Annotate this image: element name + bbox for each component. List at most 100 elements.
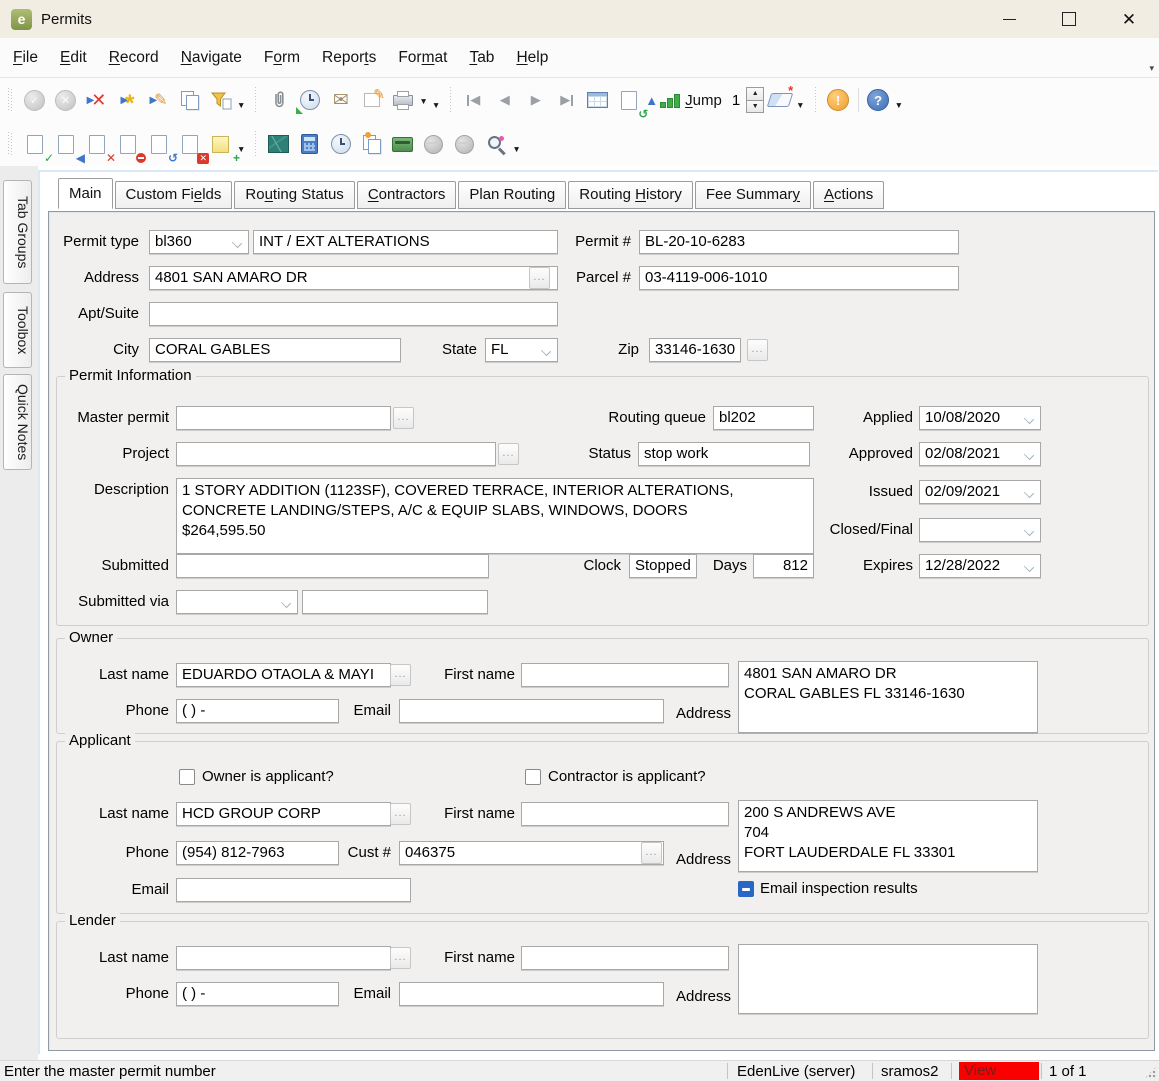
tab-actions[interactable]: Actions (813, 181, 885, 209)
menu-file[interactable]: File (2, 49, 49, 67)
permit-number-field[interactable]: BL-20-10-6283 (639, 230, 959, 254)
zip-field[interactable]: 33146-1630 (649, 338, 741, 362)
jump-label[interactable]: Jump (685, 92, 722, 109)
sort-bars-icon[interactable]: ▲ (645, 85, 681, 115)
menu-overflow-icon[interactable]: ▾ (1149, 63, 1154, 74)
help-icon[interactable]: ? (864, 85, 893, 115)
tab-contractors[interactable]: Contractors (356, 181, 457, 209)
sidebar-toolbox[interactable]: Toolbox (3, 292, 32, 368)
applicant-lookup-button[interactable] (390, 803, 411, 825)
closed-final-date-combo[interactable] (919, 518, 1041, 542)
print-dropdown-icon[interactable]: ▼ (419, 96, 427, 106)
filter-dropdown-icon[interactable]: ▼ (237, 100, 245, 110)
apt-suite-field[interactable] (149, 302, 558, 326)
menu-edit[interactable]: Edit (49, 49, 98, 67)
new-record-icon[interactable]: ▶ * (113, 85, 142, 116)
nav-first-icon[interactable]: ◀ (459, 85, 488, 115)
owner-first-name-field[interactable] (521, 663, 729, 687)
nav-next-icon[interactable]: ▶ (521, 85, 550, 115)
menu-tab[interactable]: Tab (458, 49, 505, 67)
delete-record-icon[interactable]: ▶ ✕ (82, 85, 111, 115)
owner-is-applicant-checkbox[interactable] (179, 769, 195, 785)
applicant-email-field[interactable] (176, 878, 411, 902)
mass-update-dropdown-icon[interactable]: ▼ (796, 100, 804, 110)
sidebar-tab-groups[interactable]: Tab Groups (3, 180, 32, 284)
cash-register-icon[interactable] (388, 129, 417, 159)
lender-email-field[interactable] (399, 982, 664, 1006)
clock-field[interactable]: Stopped (629, 554, 697, 578)
menu-format[interactable]: Format (387, 49, 458, 67)
lender-lookup-button[interactable] (390, 947, 411, 969)
master-permit-field[interactable] (176, 406, 391, 430)
spinner-up-icon[interactable]: ▲ (746, 87, 765, 101)
menu-reports[interactable]: Reports (311, 49, 387, 67)
time-clock-icon[interactable] (326, 129, 355, 159)
applied-date-combo[interactable]: 10/08/2020 (919, 406, 1041, 430)
applicant-last-name-field[interactable]: HCD GROUP CORP (176, 802, 391, 826)
tab-plan-routing[interactable]: Plan Routing (458, 181, 567, 209)
map-icon[interactable] (264, 129, 293, 159)
mail-icon[interactable]: ✉ (326, 85, 355, 115)
jump-spinner[interactable]: ▲ ▼ (746, 87, 765, 113)
history-clock-icon[interactable] (295, 85, 324, 115)
city-field[interactable]: CORAL GABLES (149, 338, 401, 362)
lender-last-name-field[interactable] (176, 946, 391, 970)
toolbar-grip[interactable] (8, 132, 12, 156)
tab-fee-summary[interactable]: Fee Summary (694, 181, 812, 209)
alert-icon[interactable]: ! (824, 85, 853, 115)
memo-icon[interactable]: ✎ (357, 85, 386, 115)
zip-lookup-button[interactable] (747, 339, 768, 361)
undo-doc-icon[interactable]: ↺ (144, 129, 178, 164)
permit-type-combo[interactable]: bl360 (149, 230, 249, 254)
applicant-first-name-field[interactable] (521, 802, 729, 826)
search-permit-icon[interactable] (481, 129, 510, 159)
toolbar-grip[interactable] (8, 88, 12, 112)
submitted-via-field[interactable] (302, 590, 488, 614)
mass-update-icon[interactable]: * (765, 84, 794, 115)
status-field[interactable]: stop work (638, 442, 810, 466)
project-field[interactable] (176, 442, 496, 466)
menu-form[interactable]: Form (253, 49, 311, 67)
add-note-icon[interactable]: + (206, 129, 240, 164)
owner-address-field[interactable]: 4801 SAN AMARO DR CORAL GABLES FL 33146-… (738, 661, 1038, 733)
cancel-icon[interactable]: ✕ (51, 85, 80, 115)
owner-email-field[interactable] (399, 699, 664, 723)
issued-date-combo[interactable]: 02/09/2021 (919, 480, 1041, 504)
approve-doc-icon[interactable]: ✓ (20, 129, 54, 164)
master-permit-lookup-button[interactable] (393, 407, 414, 429)
lender-address-field[interactable] (738, 944, 1038, 1014)
void-doc-icon[interactable]: ✕ (175, 129, 209, 164)
web-globe-icon[interactable] (450, 129, 479, 159)
reject-doc-icon[interactable]: ✕ (82, 129, 116, 164)
permit-type-desc-field[interactable]: INT / EXT ALTERATIONS (253, 230, 558, 254)
nav-last-icon[interactable]: ▶ (552, 85, 581, 115)
menu-record[interactable]: Record (98, 49, 170, 67)
owner-lookup-button[interactable] (390, 664, 411, 686)
toolbar-overflow-icon[interactable]: ▼ (432, 100, 440, 110)
cust-number-field[interactable]: 046375 (399, 841, 664, 865)
attachments-icon[interactable] (264, 85, 293, 115)
nav-previous-icon[interactable]: ◀ (490, 85, 519, 115)
print-icon[interactable] (388, 85, 417, 115)
resize-grip[interactable] (1144, 1066, 1157, 1079)
tab-custom-fields[interactable]: Custom Fields (114, 181, 233, 209)
help-dropdown-icon[interactable]: ▼ (895, 100, 903, 110)
refresh-report-icon[interactable]: ↺ (614, 85, 648, 120)
minimize-button[interactable] (979, 0, 1039, 38)
jump-value[interactable]: 1 (732, 92, 740, 109)
hold-doc-icon[interactable] (113, 129, 146, 163)
sidebar-quick-notes[interactable]: Quick Notes (3, 374, 32, 470)
project-lookup-button[interactable] (498, 443, 519, 465)
state-combo[interactable]: FL (485, 338, 558, 362)
menu-help[interactable]: Help (505, 49, 559, 67)
grid-view-icon[interactable] (583, 85, 612, 115)
web-globe-icon[interactable] (419, 129, 448, 159)
lender-first-name-field[interactable] (521, 946, 729, 970)
applicant-address-field[interactable]: 200 S ANDREWS AVE 704 FORT LAUDERDALE FL… (738, 800, 1038, 872)
transfer-doc-icon[interactable] (357, 129, 386, 159)
tab-routing-history[interactable]: Routing History (568, 181, 693, 209)
accept-icon[interactable]: ✓ (20, 85, 49, 115)
edit-record-icon[interactable]: ▶ ✎ (144, 85, 173, 115)
parcel-number-field[interactable]: 03-4119-006-1010 (639, 266, 959, 290)
toolbar2-overflow-icon[interactable]: ▼ (512, 144, 520, 154)
